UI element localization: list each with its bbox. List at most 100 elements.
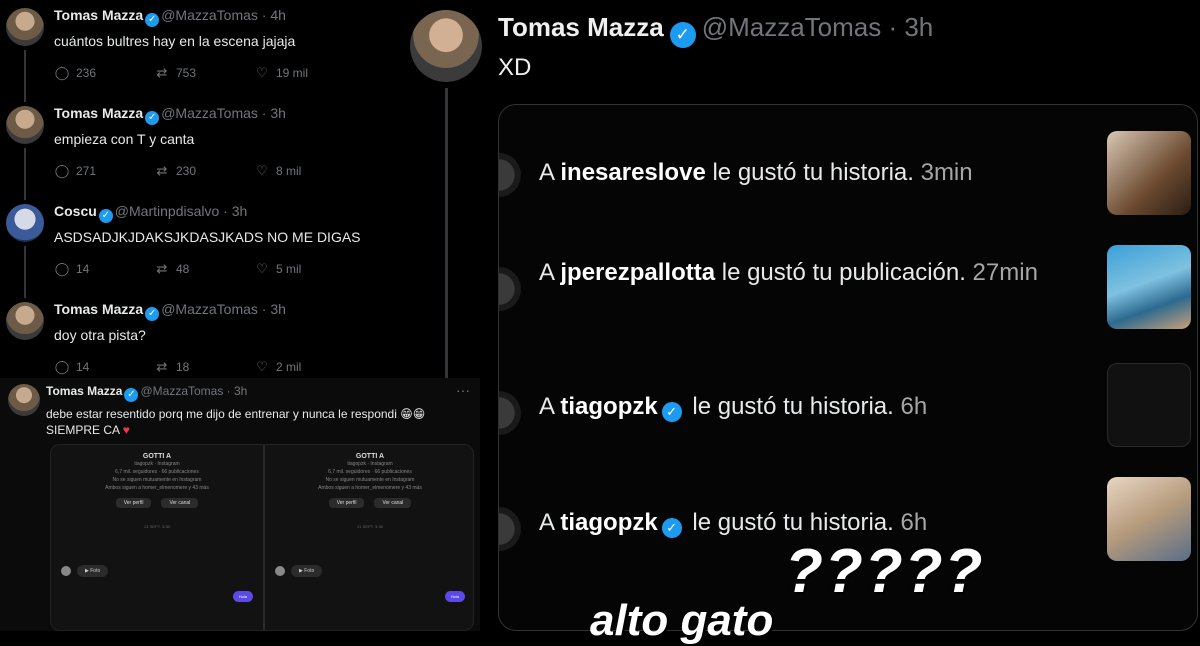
- tweet-text: ASDSADJKJDAKSJKDASJKADS NO ME DIGAS: [54, 229, 361, 245]
- notification-user[interactable]: inesareslove: [560, 159, 705, 186]
- reply-icon: ◯: [54, 163, 70, 178]
- like-button[interactable]: ♡ 19 mil: [254, 65, 354, 81]
- reply-count: 14: [76, 262, 90, 276]
- notification-time: 3min: [913, 159, 973, 186]
- view-channel-button[interactable]: Ver canal: [374, 498, 412, 508]
- tweet-header: Tomas Mazza ✓ @MazzaTomas · 4h: [54, 6, 380, 27]
- like-count: 8 mil: [276, 164, 302, 178]
- reply-count: 236: [76, 66, 97, 80]
- notification-action: le gustó tu historia.: [685, 393, 894, 420]
- dm-subtitle: tiagopzk · Instagram: [134, 461, 180, 467]
- tweet-text-fragment: SIEMPRE CA: [46, 423, 120, 437]
- reply-button[interactable]: ◯ 14: [54, 261, 154, 277]
- tweet-text-line: SIEMPRE CA ♥: [46, 422, 470, 438]
- retweet-button[interactable]: ⇄ 753: [154, 65, 254, 81]
- retweet-icon: ⇄: [156, 163, 168, 178]
- dm-message: ▶ Foto: [275, 565, 323, 577]
- avatar[interactable]: [8, 384, 40, 416]
- notification-user[interactable]: tiagopzk: [560, 393, 657, 420]
- author-name[interactable]: Tomas Mazza: [46, 384, 122, 398]
- tweet-actions: ◯ 14 ⇄ 48 ♡ 5 mil: [54, 261, 380, 277]
- view-channel-button[interactable]: Ver canal: [161, 498, 199, 508]
- like-button[interactable]: ♡ 2 mil: [254, 359, 354, 375]
- reply-button[interactable]: ◯ 236: [54, 65, 154, 81]
- more-options-icon[interactable]: ···: [456, 382, 470, 398]
- avatar[interactable]: [410, 10, 482, 82]
- dm-screenshot-panel: GOTTI A tiagopzk · Instagram 6,7 mil. se…: [263, 445, 473, 630]
- author-handle: @MazzaTomas · 4h: [161, 7, 286, 23]
- dm-screenshot-panel: GOTTI A tiagopzk · Instagram 6,7 mil. se…: [51, 445, 263, 630]
- notification-action: le gustó tu historia.: [705, 159, 914, 186]
- avatar[interactable]: [499, 267, 521, 311]
- dm-stats: 6,7 mil. seguidores · 66 publicaciones: [328, 469, 412, 475]
- dm-stats: 6,7 mil. seguidores · 66 publicaciones: [115, 469, 199, 475]
- post-thumbnail[interactable]: [1107, 245, 1191, 329]
- avatar[interactable]: [499, 153, 521, 197]
- attached-image[interactable]: GOTTI A tiagopzk · Instagram 6,7 mil. se…: [50, 444, 474, 631]
- author-name[interactable]: Tomas Mazza: [54, 301, 143, 317]
- notification-text: A tiagopzk ✓ le gustó tu historia. 6h: [539, 507, 1079, 539]
- notification-prefix: A: [539, 259, 561, 286]
- dm-buttons: Ver perfil Ver canal: [275, 498, 465, 508]
- post-thumbnail[interactable]: [1107, 477, 1191, 561]
- tweet[interactable]: ··· Tomas Mazza ✓ @MazzaTomas · 3h debe es…: [0, 378, 480, 631]
- avatar[interactable]: [6, 302, 44, 340]
- reply-icon: ◯: [54, 261, 70, 276]
- tweet-actions: ◯ 236 ⇄ 753 ♡ 19 mil: [54, 65, 380, 81]
- dm-buttons: Ver perfil Ver canal: [61, 498, 253, 508]
- notification-time: 6h: [893, 393, 928, 420]
- reply-button[interactable]: ◯ 14: [54, 359, 154, 375]
- like-count: 5 mil: [276, 262, 302, 276]
- sent-message-bubble: Hola: [444, 591, 465, 602]
- notification-action: le gustó tu publicación.: [715, 259, 966, 286]
- view-profile-button[interactable]: Ver perfil: [115, 498, 152, 508]
- dm-title: GOTTI A: [142, 453, 172, 460]
- avatar[interactable]: [6, 8, 44, 46]
- verified-badge-icon: ✓: [145, 13, 160, 27]
- view-profile-button[interactable]: Ver perfil: [328, 498, 365, 508]
- notification-user[interactable]: tiagopzk: [560, 509, 657, 536]
- overlay-question-marks: ?????: [785, 537, 985, 606]
- sent-message-bubble: Hola: [232, 591, 253, 602]
- tweet-header: Tomas Mazza ✓ @MazzaTomas · 3h: [54, 104, 380, 125]
- dm-date: 21 SEPT. 3:38: [357, 524, 383, 529]
- avatar[interactable]: [6, 204, 44, 242]
- post-thumbnail[interactable]: [1107, 131, 1191, 215]
- author-handle: @MazzaTomas · 3h: [161, 105, 286, 121]
- like-icon: ♡: [256, 261, 268, 276]
- retweet-button[interactable]: ⇄ 18: [154, 359, 254, 375]
- notification-user[interactable]: jperezpallotta: [560, 259, 715, 286]
- reply-count: 14: [76, 360, 90, 374]
- like-icon: ♡: [256, 359, 268, 374]
- post-thumbnail[interactable]: [1107, 363, 1191, 447]
- avatar[interactable]: [499, 507, 521, 551]
- author-name[interactable]: Tomas Mazza: [498, 12, 664, 42]
- notification-prefix: A: [539, 509, 561, 536]
- tweet-text: XD: [498, 54, 532, 81]
- reply-button[interactable]: ◯ 271: [54, 163, 154, 179]
- like-count: 2 mil: [276, 360, 302, 374]
- retweet-button[interactable]: ⇄ 230: [154, 163, 254, 179]
- retweet-button[interactable]: ⇄ 48: [154, 261, 254, 277]
- author-name[interactable]: Tomas Mazza: [54, 7, 143, 23]
- verified-badge-icon: ✓: [661, 518, 682, 538]
- verified-badge-icon: ✓: [661, 402, 682, 422]
- author-name[interactable]: Coscu: [54, 203, 97, 219]
- retweet-count: 230: [176, 164, 197, 178]
- tweet[interactable]: Tomas Mazza ✓ @MazzaTomas · 3h empieza con…: [0, 98, 390, 200]
- thread-line: [24, 148, 26, 200]
- like-button[interactable]: ♡ 5 mil: [254, 261, 354, 277]
- avatar[interactable]: [499, 391, 521, 435]
- notification-text: A jperezpallotta le gustó tu publicación…: [539, 257, 1079, 289]
- avatar[interactable]: [6, 106, 44, 144]
- tweet[interactable]: Tomas Mazza ✓ @MazzaTomas · 4h cuántos bul…: [0, 0, 390, 102]
- like-button[interactable]: ♡ 8 mil: [254, 163, 354, 179]
- notification-action: le gustó tu historia.: [685, 509, 894, 536]
- verified-badge-icon: ✓: [145, 111, 160, 125]
- dm-mutuals: Ambos siguen a homer_elmenomere y 43 más: [105, 485, 209, 491]
- retweet-count: 18: [176, 360, 190, 374]
- tweet-header: Tomas Mazza ✓ @MazzaTomas · 3h: [54, 300, 380, 321]
- tweet[interactable]: Coscu ✓ @Martinpdisalvo · 3h ASDSADJKJDAKS…: [0, 196, 390, 298]
- message-bubble: ▶ Foto: [291, 565, 323, 577]
- author-name[interactable]: Tomas Mazza: [54, 105, 143, 121]
